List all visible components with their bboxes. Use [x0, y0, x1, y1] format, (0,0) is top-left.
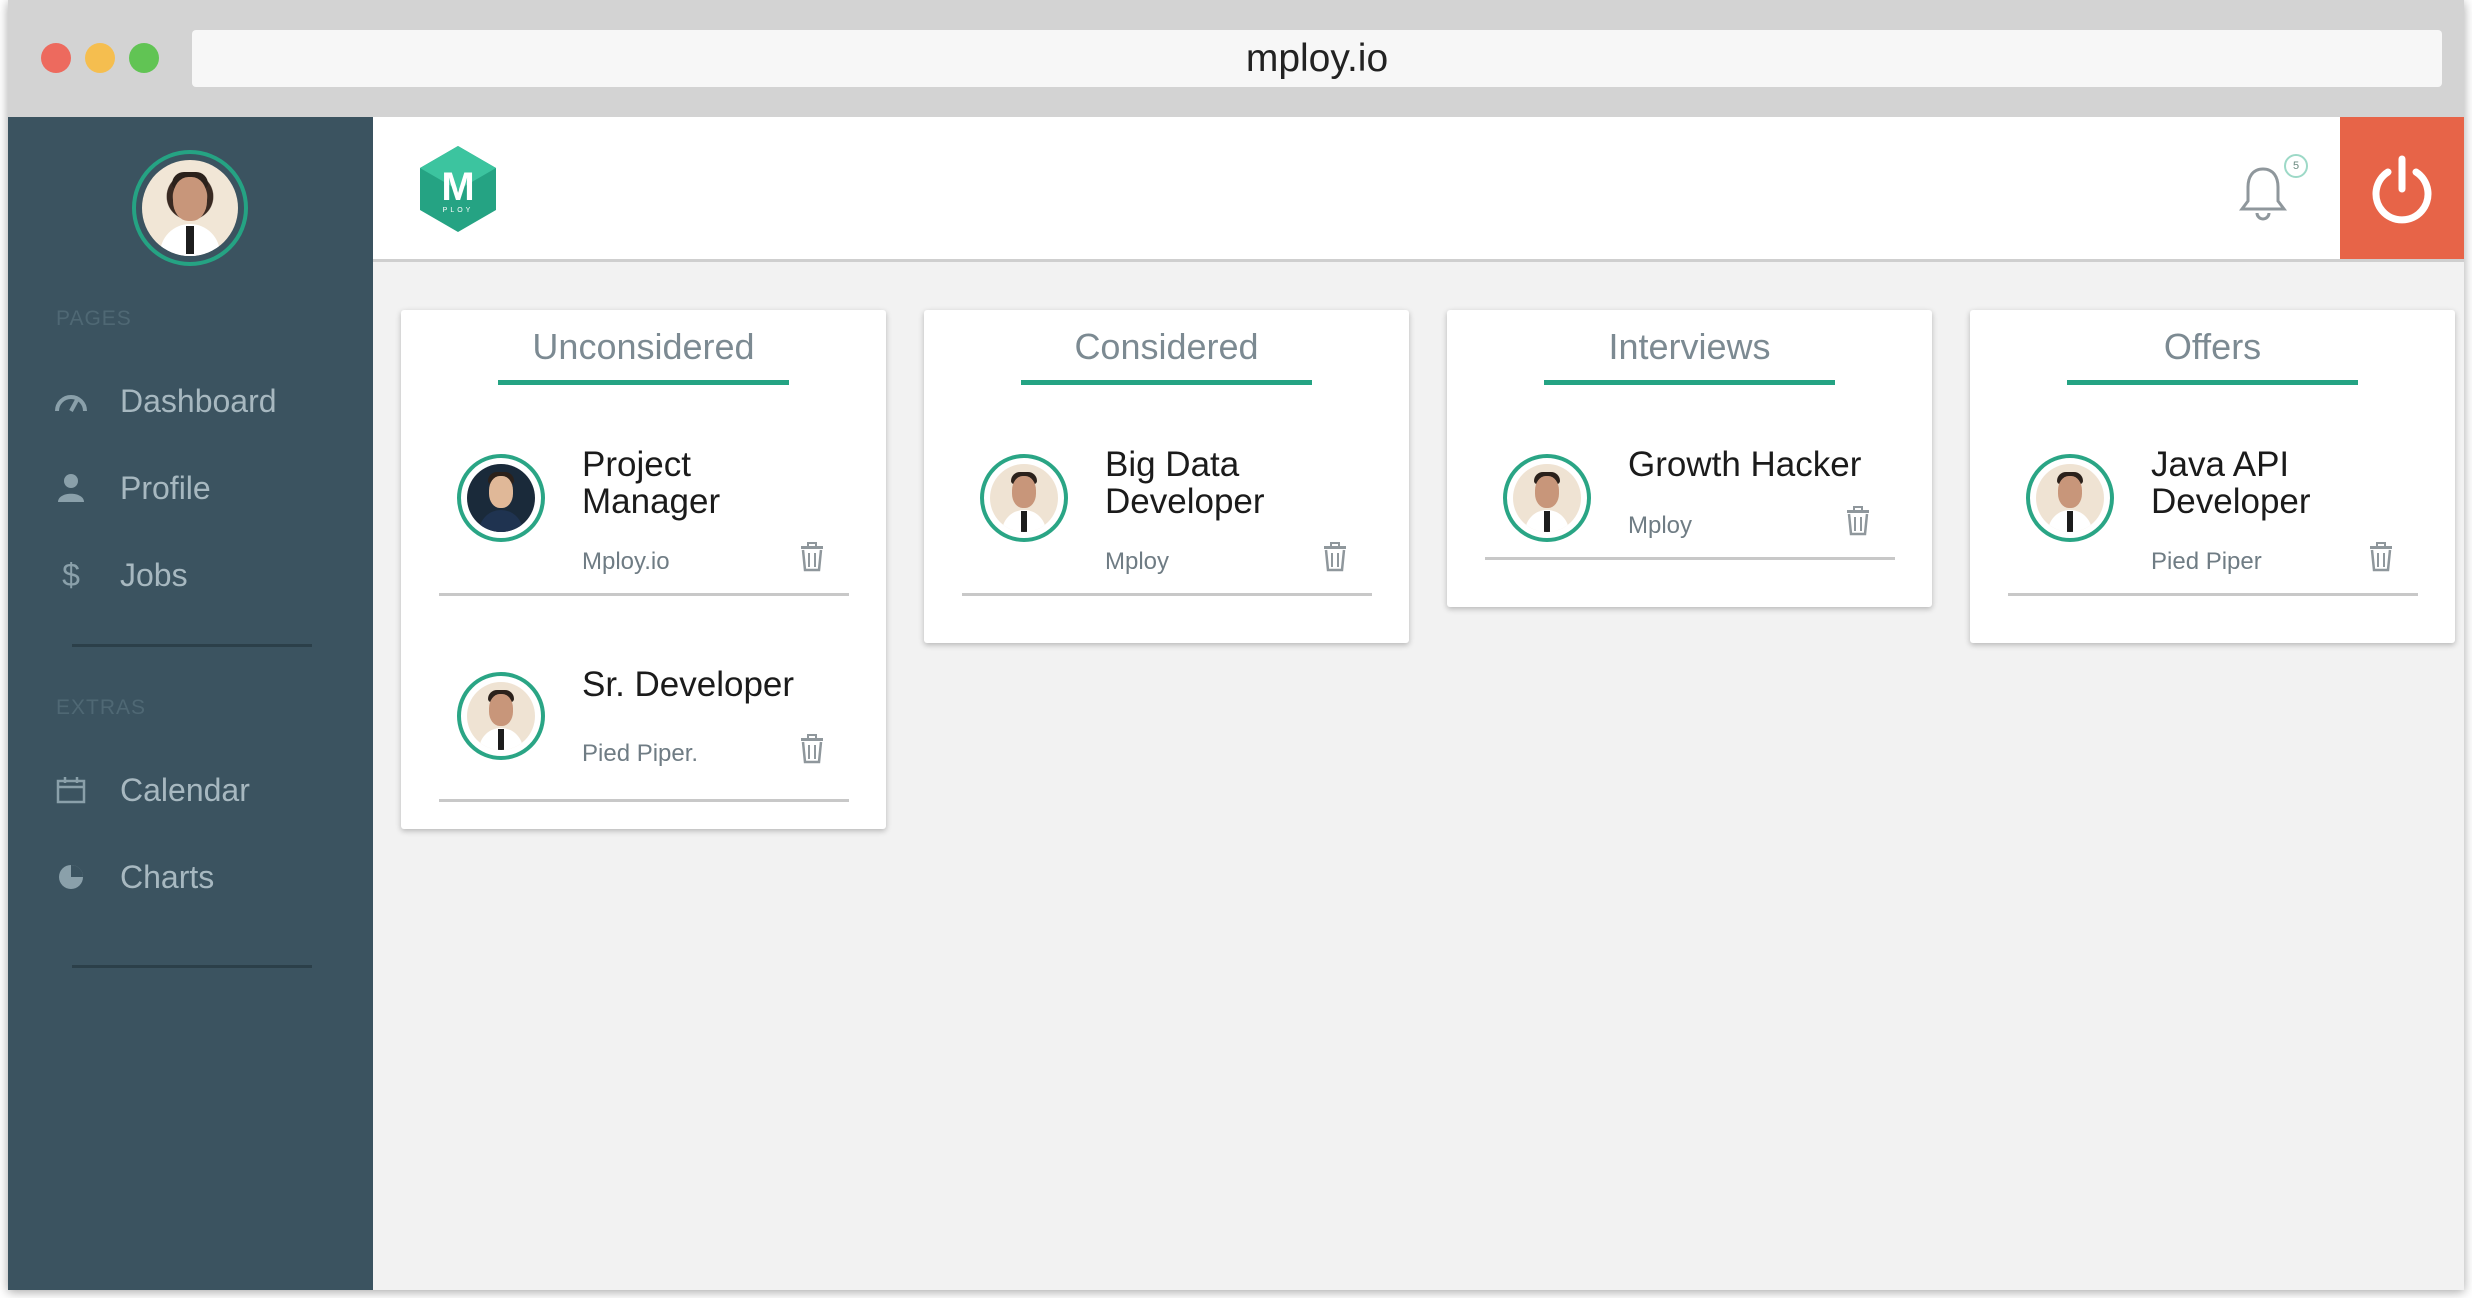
minimize-window-button[interactable] [85, 43, 115, 73]
column-title: Unconsidered [532, 326, 755, 367]
job-title: Sr. Developer [582, 665, 795, 704]
address-bar[interactable]: mploy.io [192, 30, 2442, 87]
trash-icon[interactable] [2368, 542, 2394, 572]
browser-titlebar: mploy.io [8, 0, 2464, 117]
company-name: Pied Piper [2151, 548, 2262, 575]
company-name: Mploy [1628, 512, 1693, 539]
maximize-window-button[interactable] [129, 43, 159, 73]
candidate-avatar [2026, 454, 2114, 542]
job-card[interactable]: Big Data Developer Mploy [962, 420, 1372, 596]
candidate-avatar [457, 672, 545, 760]
sidebar-item-label: Profile [120, 469, 211, 506]
sidebar-item-label: Calendar [120, 771, 250, 808]
column-title: Considered [1074, 326, 1259, 367]
sidebar-item-label: Jobs [120, 556, 188, 593]
notification-bell-icon[interactable] [2238, 165, 2288, 221]
job-title: Big Data Developer [1105, 445, 1265, 521]
job-card[interactable]: Java API Developer Pied Piper [2008, 420, 2418, 596]
sidebar-divider [72, 644, 312, 647]
sidebar-item-profile[interactable]: Profile [8, 458, 373, 518]
company-name: Mploy.io [582, 548, 670, 575]
column-underline [498, 380, 789, 385]
logo-text: PLOY [443, 207, 474, 214]
candidate-avatar [980, 454, 1068, 542]
column-interviews: Interviews Growth Hacker Mploy [1447, 310, 1932, 607]
speedometer-icon [54, 384, 88, 418]
column-underline [1021, 380, 1312, 385]
company-name: Pied Piper. [582, 740, 699, 767]
dollar-icon: $ [62, 556, 80, 593]
browser-window: mploy.io PAGES Dashboard Profile $ Jobs [8, 0, 2464, 1290]
trash-icon[interactable] [1845, 506, 1871, 536]
column-underline [1544, 380, 1835, 385]
top-bar: M PLOY 5 [373, 117, 2464, 262]
company-name: Mploy [1105, 548, 1170, 575]
notification-count-badge: 5 [2284, 154, 2308, 178]
power-icon [2372, 155, 2432, 224]
user-avatar[interactable] [132, 150, 248, 266]
sidebar-item-label: Charts [120, 858, 215, 895]
column-unconsidered: Unconsidered Project Manager Mploy.io Sr… [401, 310, 886, 829]
job-card[interactable]: Sr. Developer Pied Piper. [439, 620, 849, 802]
logo-letter: M [441, 165, 474, 209]
job-title: Java API Developer [2151, 445, 2311, 521]
mploy-logo[interactable]: M PLOY [418, 144, 498, 234]
close-window-button[interactable] [41, 43, 71, 73]
column-offers: Offers Java API Developer Pied Piper [1970, 310, 2455, 643]
person-icon [54, 471, 88, 505]
section-label-pages: PAGES [56, 307, 132, 330]
avatar-photo [142, 160, 238, 256]
sidebar-item-calendar[interactable]: Calendar [8, 760, 373, 820]
trash-icon[interactable] [799, 734, 825, 764]
column-considered: Considered Big Data Developer Mploy [924, 310, 1409, 643]
sidebar: PAGES Dashboard Profile $ Jobs EXTRAS Ca… [8, 117, 373, 1290]
sidebar-item-dashboard[interactable]: Dashboard [8, 371, 373, 431]
sidebar-item-label: Dashboard [120, 382, 277, 419]
job-board: Unconsidered Project Manager Mploy.io Sr… [373, 262, 2464, 1290]
column-title: Offers [2163, 326, 2262, 367]
job-title: Growth Hacker [1628, 445, 1862, 484]
sidebar-item-jobs[interactable]: $ Jobs [8, 545, 373, 605]
trash-icon[interactable] [1322, 542, 1348, 572]
sidebar-divider [72, 965, 312, 968]
calendar-icon [54, 773, 88, 807]
column-title: Interviews [1608, 326, 1771, 367]
section-label-extras: EXTRAS [56, 696, 147, 719]
candidate-avatar [1503, 454, 1591, 542]
candidate-avatar [457, 454, 545, 542]
trash-icon[interactable] [799, 542, 825, 572]
job-title: Project Manager [582, 445, 721, 521]
job-card[interactable]: Growth Hacker Mploy [1485, 420, 1895, 560]
column-underline [2067, 380, 2358, 385]
sidebar-item-charts[interactable]: Charts [8, 847, 373, 907]
job-card[interactable]: Project Manager Mploy.io [439, 420, 849, 596]
logout-button[interactable] [2340, 117, 2464, 259]
pie-chart-icon [54, 860, 88, 894]
